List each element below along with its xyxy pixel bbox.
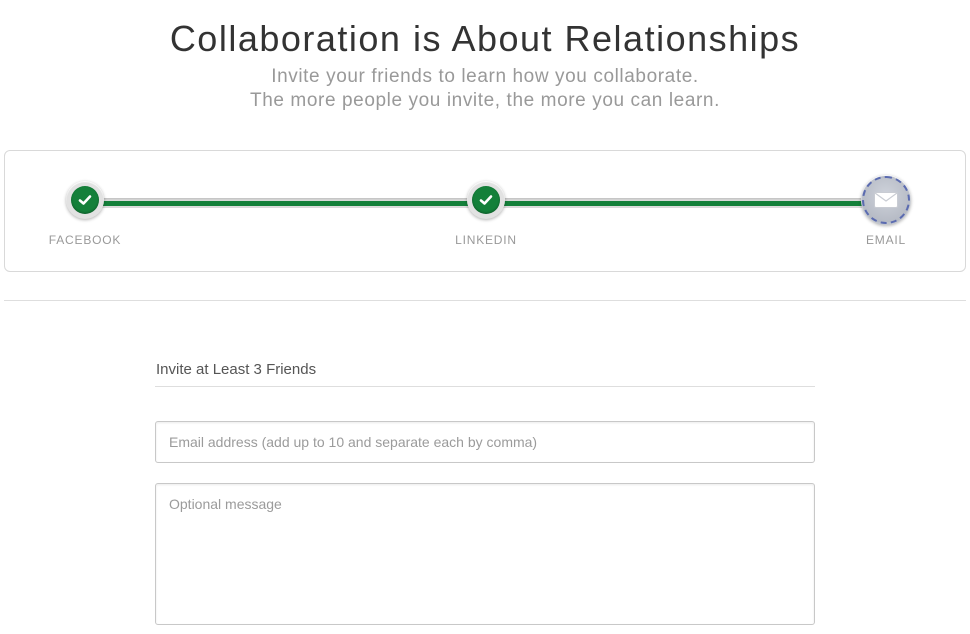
email-input[interactable] [155, 421, 815, 463]
form-heading-rule [155, 386, 815, 387]
page-title: Collaboration is About Relationships [169, 18, 801, 59]
progress-card: FACEBOOK LINKEDIN EMAIL [4, 150, 966, 272]
step-email[interactable]: EMAIL [846, 175, 926, 247]
step-facebook-node [66, 181, 104, 219]
step-email-node [861, 175, 911, 225]
step-facebook[interactable]: FACEBOOK [45, 181, 125, 247]
check-icon [472, 186, 500, 214]
step-linkedin-label: LINKEDIN [455, 233, 517, 247]
envelope-icon [862, 176, 910, 224]
invite-page: Collaboration is About Relationships Inv… [0, 0, 970, 634]
section-divider [4, 300, 966, 301]
message-textarea[interactable] [155, 483, 815, 625]
step-linkedin-node [467, 181, 505, 219]
step-email-label: EMAIL [865, 233, 906, 247]
step-facebook-label: FACEBOOK [48, 233, 122, 247]
page-subtitle-line-2: The more people you invite, the more you… [250, 90, 720, 111]
check-icon [71, 186, 99, 214]
form-heading: Invite at Least 3 Friends [156, 361, 317, 378]
page-subtitle-line-1: Invite your friends to learn how you col… [271, 66, 699, 87]
step-linkedin[interactable]: LINKEDIN [446, 181, 526, 247]
